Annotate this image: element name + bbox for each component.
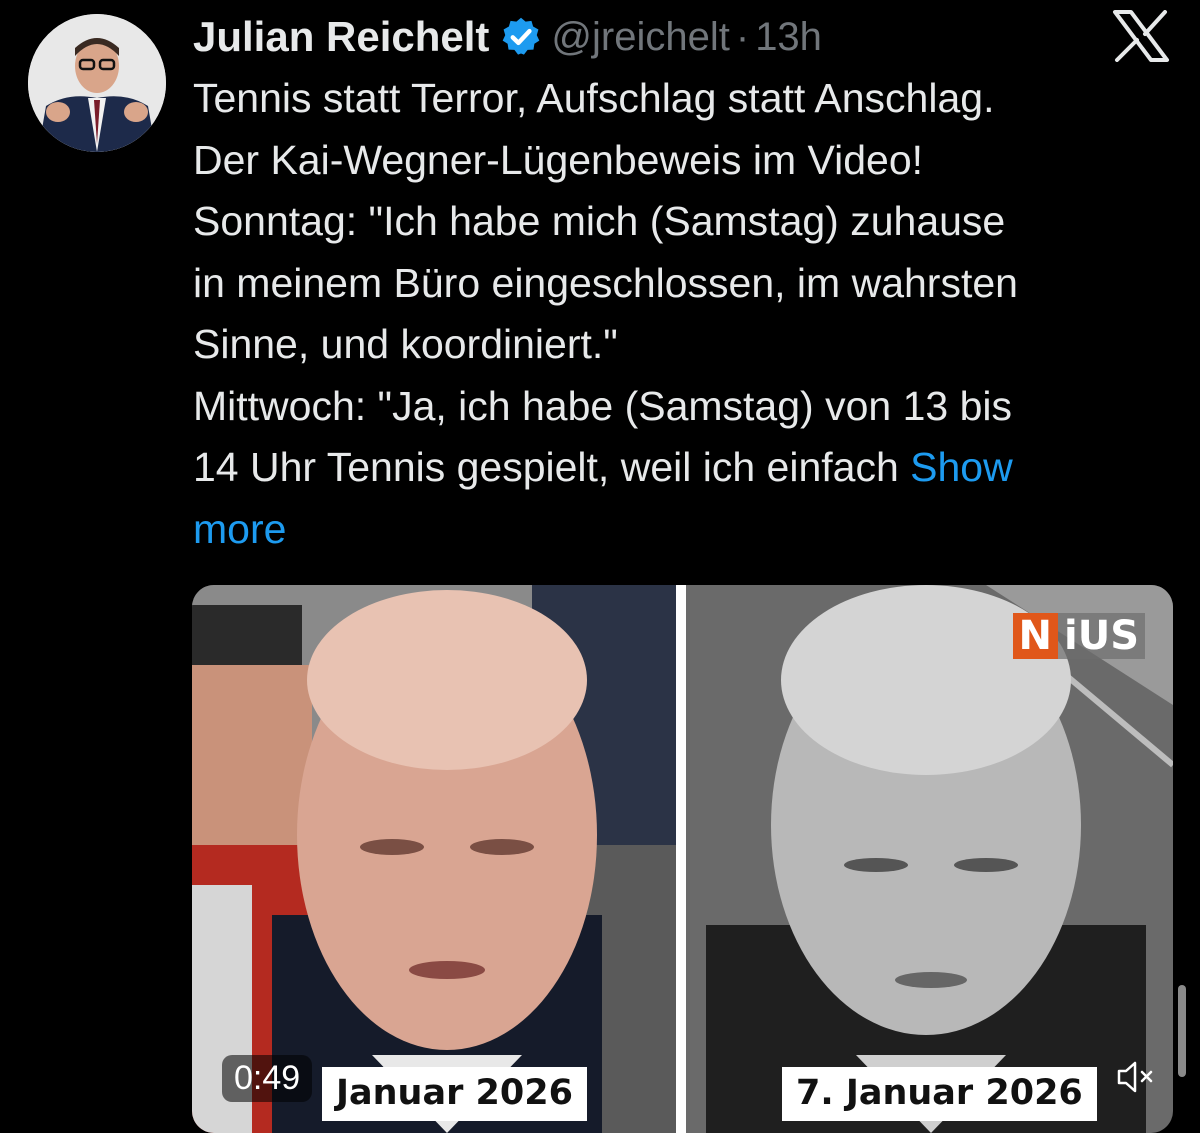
nius-watermark-n: N	[1012, 613, 1058, 659]
video-image-left	[192, 585, 676, 1133]
video-frame-left	[192, 585, 676, 1133]
video-frame-right	[686, 585, 1173, 1133]
tweet-line: Tennis statt Terror, Aufschlag statt Ans…	[193, 75, 995, 121]
volume-muted-icon[interactable]	[1113, 1055, 1157, 1099]
tweet-line: Der Kai-Wegner-Lügenbeweis im Video!	[193, 136, 924, 183]
show-more-link-continued[interactable]: more	[193, 506, 286, 552]
tweet-line: Mittwoch: "Ja, ich habe (Samstag) von 13…	[193, 382, 1012, 429]
post-time[interactable]: 13h	[755, 15, 822, 60]
tweet-line-text: 14 Uhr Tennis gespielt, weil ich einfach	[193, 444, 899, 490]
author-name[interactable]: Julian Reichelt	[193, 13, 489, 61]
scrollbar[interactable]	[1178, 985, 1186, 1077]
separator-dot: ·	[735, 14, 750, 59]
tweet-line: in meinem Büro eingeschlossen, im wahrst…	[193, 259, 1018, 306]
nius-watermark-rest: iUS	[1058, 613, 1145, 659]
video-player[interactable]: NiUS Januar 2026 7. Januar 2026 0:49	[192, 585, 1173, 1133]
media-divider	[676, 585, 686, 1133]
show-more-link[interactable]: Show	[910, 444, 1013, 490]
nius-watermark: NiUS	[1012, 613, 1145, 659]
avatar-image	[28, 14, 166, 152]
tweet-header: Julian Reichelt @jreichelt · 13h	[193, 8, 822, 66]
tweet-text: Tennis statt Terror, Aufschlag statt Ans…	[193, 68, 1173, 560]
tweet-line: 14 Uhr Tennis gespielt, weil ich einfach…	[193, 437, 1173, 499]
author-avatar[interactable]	[28, 14, 166, 152]
tweet-line: Sonntag: "Ich habe mich (Samstag) zuhaus…	[193, 198, 1006, 244]
caption-left: Januar 2026	[322, 1067, 587, 1121]
author-handle[interactable]: @jreichelt	[551, 15, 729, 60]
video-duration: 0:49	[222, 1055, 313, 1102]
x-logo-icon[interactable]	[1112, 10, 1170, 62]
caption-right: 7. Januar 2026	[782, 1067, 1097, 1121]
tweet-line: Sinne, und koordiniert."	[193, 321, 618, 367]
tweet-line: more	[193, 499, 1173, 561]
video-image-right	[686, 585, 1173, 1133]
verified-badge-icon[interactable]	[499, 15, 543, 59]
